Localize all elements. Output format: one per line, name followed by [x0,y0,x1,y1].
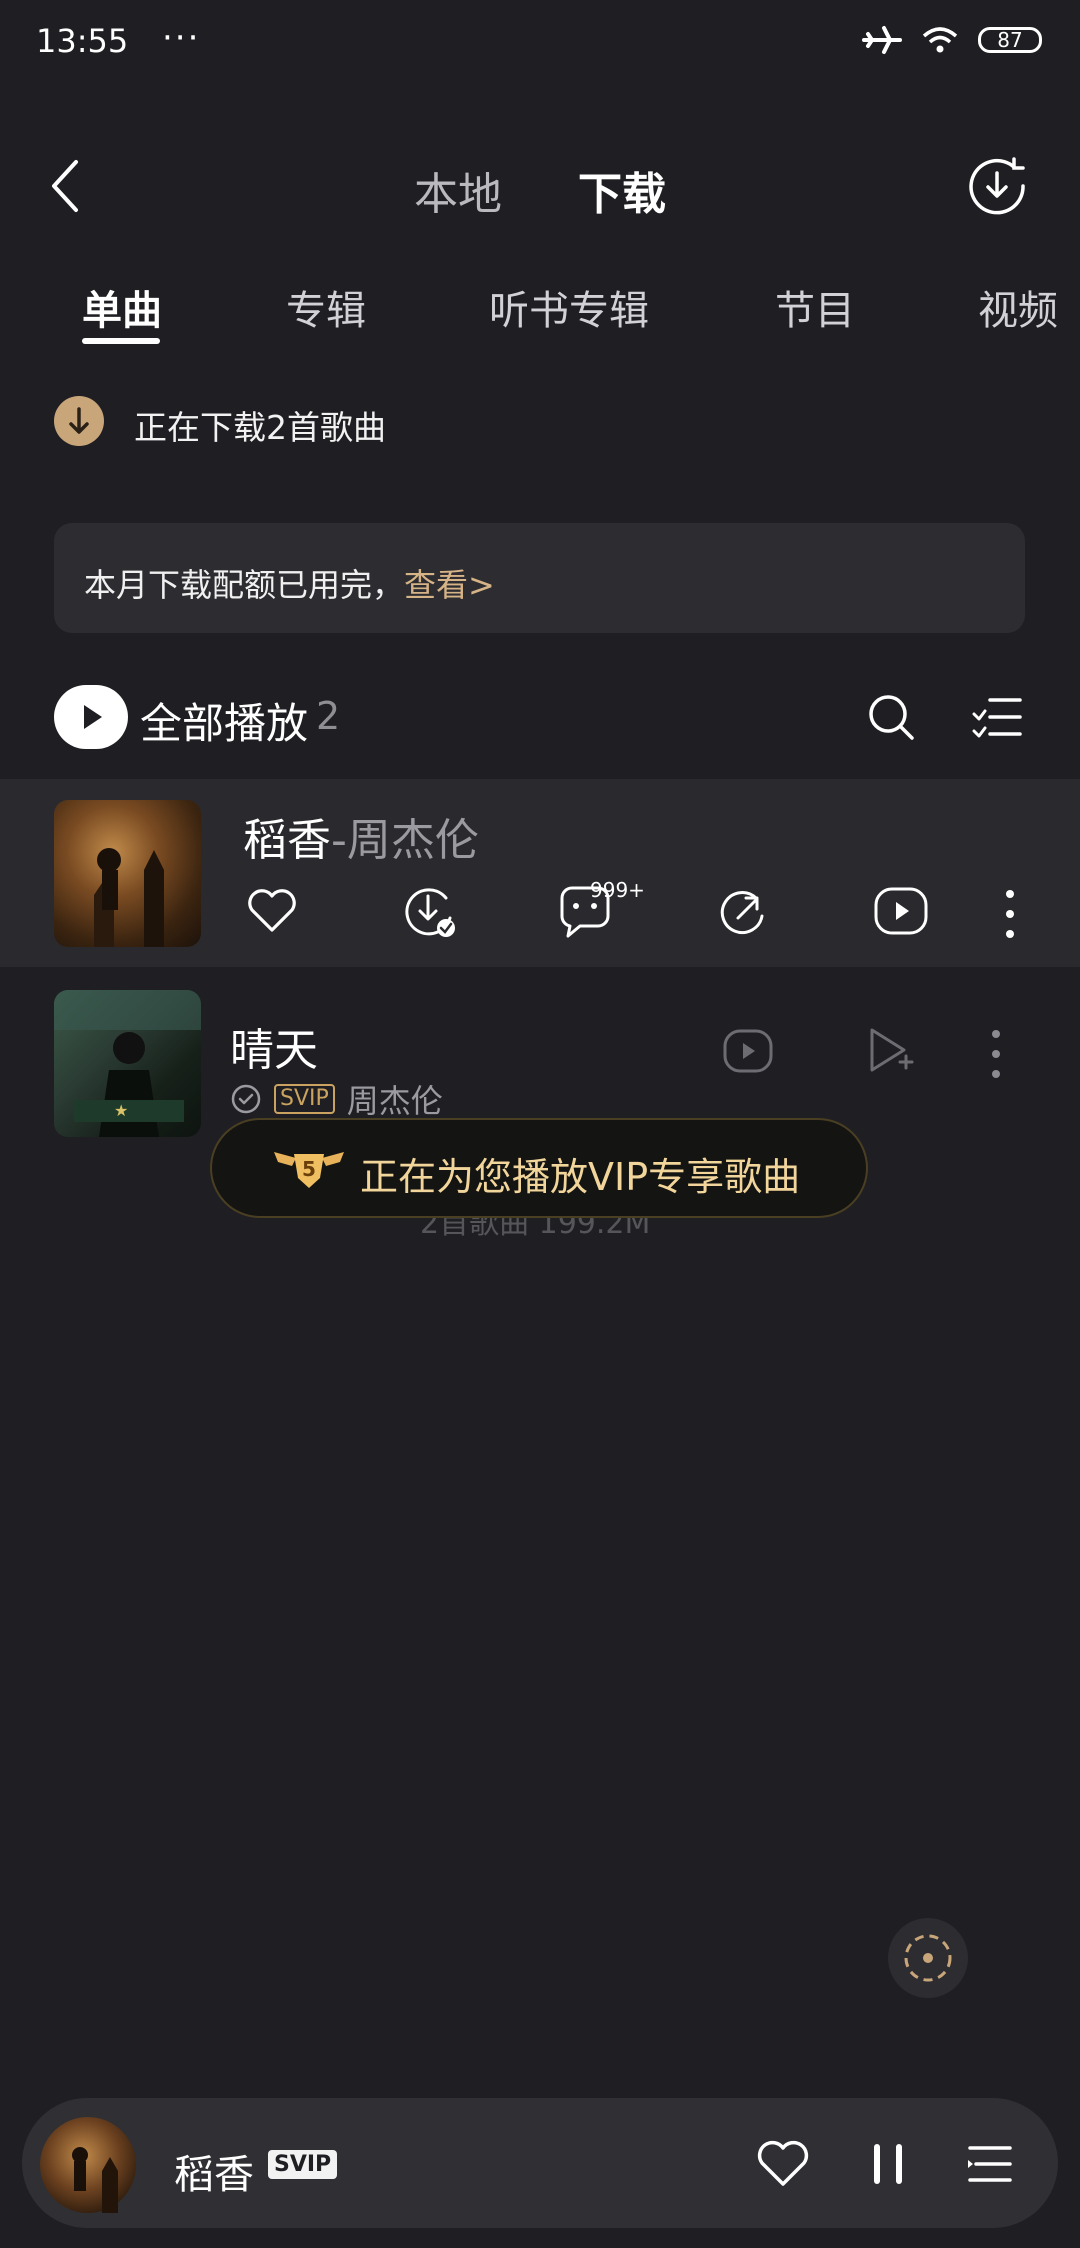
category-tab-videos[interactable]: 视频 [978,278,1058,336]
multi-select-button[interactable] [972,694,1022,740]
multi-select-icon [972,698,1022,738]
tab-download[interactable]: 下载 [578,158,666,222]
share-icon [720,891,764,935]
pause-icon [874,2144,902,2184]
song-name: 稻香 [243,815,331,866]
song-artist: -周杰伦 [331,815,479,866]
downloaded-button[interactable] [402,884,458,940]
status-more-dots: ··· [162,18,201,58]
quota-view-link[interactable]: 查看> [404,566,495,604]
quota-text: 本月下载配额已用完，查看> [84,560,495,606]
add-to-playlist-icon [870,1028,914,1072]
toast-text: 正在为您播放VIP专享歌曲 [360,1155,801,1199]
mv-button[interactable] [722,1028,774,1074]
mv-button[interactable] [873,886,929,936]
category-tab-albums[interactable]: 专辑 [286,278,366,336]
playlist-button[interactable] [966,2142,1014,2186]
song-title[interactable]: 稻香-周杰伦 [243,804,479,868]
heart-icon [248,889,296,932]
play-all-label[interactable]: 全部播放 [140,690,308,751]
mv-icon [874,887,928,935]
download-circle-icon [969,157,1025,215]
comment-count-badge: 999+ [590,878,645,902]
download-arrow-icon [69,407,89,434]
heart-icon [757,2140,809,2186]
downloaded-check-icon [230,1083,262,1115]
mv-icon [723,1029,773,1073]
more-options-button[interactable] [1002,888,1018,940]
vip-level-text: 5 [302,1157,316,1181]
chevron-left-icon [52,160,78,212]
vip-wings-icon: 5 [272,1144,346,1192]
downloading-indicator[interactable] [54,396,104,446]
more-options-button[interactable] [988,1028,1004,1080]
album-cover[interactable] [54,800,201,947]
play-icon [84,705,102,729]
song-artist: 周杰伦 [346,1082,443,1120]
more-vertical-icon [992,1030,1000,1078]
like-button[interactable] [756,2140,810,2188]
locate-icon [904,1934,952,1982]
downloading-text[interactable]: 正在下载2首歌曲 [134,401,386,449]
category-tab-singles[interactable]: 单曲 [82,278,162,336]
share-button[interactable] [716,886,768,938]
now-playing-title[interactable]: 稻香 [174,2142,254,2200]
back-button[interactable] [48,158,82,214]
album-cover[interactable]: ★ [54,990,201,1137]
now-playing-cover[interactable] [40,2117,136,2213]
status-time: 13:55 [36,22,129,60]
downloaded-icon [405,888,455,937]
category-tab-audiobooks[interactable]: 听书专辑 [489,278,649,336]
download-manager-button[interactable] [966,155,1028,217]
svip-badge: SVIP [274,1084,335,1114]
more-vertical-icon [1006,890,1014,938]
add-to-playlist-button[interactable] [866,1024,916,1076]
search-icon [869,695,914,740]
playlist-icon [968,2146,1012,2182]
pause-button[interactable] [872,2140,904,2188]
like-button[interactable] [246,888,298,934]
tab-local[interactable]: 本地 [414,158,502,222]
search-button[interactable] [866,692,916,742]
locate-current-song-button[interactable] [888,1918,968,1998]
wifi-icon [920,24,960,56]
quota-message: 本月下载配额已用完， [84,566,405,604]
play-all-button[interactable] [54,685,128,749]
category-tab-programs[interactable]: 节目 [775,278,855,336]
battery-icon: 87 [978,27,1042,53]
song-title[interactable]: 晴天 [230,1014,318,1078]
svg-text:★: ★ [114,1101,128,1120]
active-tab-underline [82,338,160,344]
status-icons: 87 [862,24,1042,56]
song-count: 2 [316,694,341,738]
svip-badge: SVIP [268,2150,338,2179]
song-meta: SVIP 周杰伦 [230,1076,443,1122]
airplane-icon [862,24,902,56]
